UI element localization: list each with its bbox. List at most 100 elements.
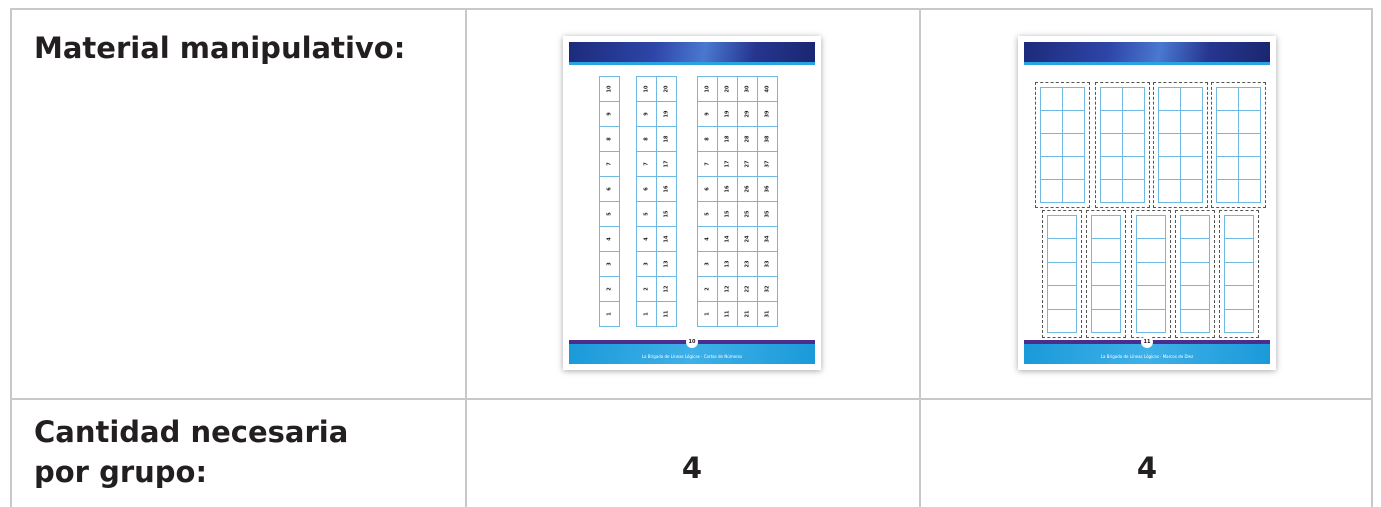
- number-card: 33: [758, 252, 778, 277]
- number-card: 37: [758, 152, 778, 177]
- ten-frame-cell: [1217, 134, 1239, 157]
- sheet-stripe: [1024, 62, 1270, 65]
- number-card-label: 24: [744, 235, 751, 243]
- number-card: 1: [600, 302, 620, 327]
- number-card-label: 22: [744, 285, 751, 293]
- number-card: 36: [758, 177, 778, 202]
- ten-frame-cell: [1181, 180, 1203, 203]
- number-card: 22: [738, 277, 758, 302]
- number-card-label: 5: [606, 212, 613, 216]
- ten-frame-cell: [1048, 216, 1077, 240]
- number-card: 15: [718, 202, 738, 227]
- ten-frame-cell: [1092, 216, 1121, 240]
- number-card-label: 3: [643, 262, 650, 266]
- ten-frame-cell: [1137, 286, 1166, 310]
- ten-frame-cell: [1137, 309, 1166, 333]
- ten-frame-cell: [1063, 180, 1085, 203]
- ten-frame-cell: [1123, 88, 1145, 111]
- ten-frame: [1219, 210, 1259, 338]
- number-card: 3: [600, 252, 620, 277]
- number-card-label: 5: [704, 212, 711, 216]
- table-border-right: [1371, 8, 1373, 507]
- number-card: 7: [600, 152, 620, 177]
- number-card-label: 14: [724, 235, 731, 243]
- number-card-label: 33: [764, 260, 771, 268]
- number-card-label: 2: [704, 287, 711, 291]
- ten-frame-cell: [1181, 239, 1210, 263]
- number-card: 8: [698, 127, 718, 152]
- number-card-label: 19: [724, 110, 731, 118]
- number-card: 13: [718, 252, 738, 277]
- ten-frame-cell: [1239, 134, 1261, 157]
- number-card: 4: [698, 227, 718, 252]
- ten-frame-grid: [1180, 215, 1210, 333]
- number-card: 5: [698, 202, 718, 227]
- number-card-label: 10: [606, 85, 613, 93]
- number-card: 19: [718, 102, 738, 127]
- number-card-label: 15: [663, 210, 670, 218]
- number-card: 5: [600, 202, 620, 227]
- ten-frame-cell: [1217, 111, 1239, 134]
- number-card: 5: [637, 202, 657, 227]
- ten-frame-grid: [1091, 215, 1121, 333]
- number-card-label: 3: [704, 262, 711, 266]
- number-card: 2: [698, 277, 718, 302]
- number-card: 4: [600, 227, 620, 252]
- sheet-footer-text: La Brigada de Líneas Lógicas · Cartas de…: [641, 354, 743, 359]
- number-card-label: 30: [744, 85, 751, 93]
- ten-frame-cell: [1217, 88, 1239, 111]
- ten-frame-cell: [1239, 157, 1261, 180]
- ten-frame-cell: [1225, 216, 1254, 240]
- number-card-label: 19: [663, 110, 670, 118]
- ten-frame: [1153, 82, 1208, 208]
- ten-frame-cell: [1048, 309, 1077, 333]
- ten-frame: [1095, 82, 1150, 208]
- number-card-label: 7: [606, 162, 613, 166]
- ten-frame-grid: [1100, 87, 1145, 203]
- number-card-label: 10: [704, 85, 711, 93]
- number-card-label: 1: [643, 312, 650, 316]
- ten-frame-cell: [1101, 111, 1123, 134]
- ten-frame-cell: [1181, 309, 1210, 333]
- table-divider-1: [465, 8, 467, 507]
- number-card: 34: [758, 227, 778, 252]
- number-card: 19: [657, 102, 677, 127]
- number-card-label: 36: [764, 185, 771, 193]
- number-card: 10: [637, 77, 657, 102]
- number-card: 14: [718, 227, 738, 252]
- ten-frame-cell: [1063, 111, 1085, 134]
- row-label-quantity: Cantidad necesaria por grupo:: [34, 412, 348, 492]
- ten-frame-cell: [1041, 134, 1063, 157]
- sheet-page-number: 11: [1141, 336, 1153, 348]
- number-card-label: 4: [643, 237, 650, 241]
- number-card-label: 18: [724, 135, 731, 143]
- ten-frame-cell: [1101, 157, 1123, 180]
- number-card: 28: [738, 127, 758, 152]
- row-label-material: Material manipulativo:: [34, 31, 406, 65]
- number-card-label: 31: [764, 310, 771, 318]
- ten-frame-cell: [1181, 262, 1210, 287]
- ten-frame-grid: [1040, 87, 1085, 203]
- number-card-label: 29: [744, 110, 751, 118]
- number-card-label: 3: [606, 262, 613, 266]
- number-card-label: 32: [764, 285, 771, 293]
- ten-frame-cell: [1048, 239, 1077, 263]
- ten-frame-grid: [1158, 87, 1203, 203]
- ten-frame-cell: [1123, 157, 1145, 180]
- number-card: 8: [600, 127, 620, 152]
- ten-frame-grid: [1216, 87, 1261, 203]
- ten-frame: [1175, 210, 1215, 338]
- number-cards-sheet-image: 10 9 8 7 6 5 4 3 2 1 10 20 9 19 8 18 7 17 6 16 5 15 4 14 3 13 2 12…: [563, 36, 821, 370]
- number-card-label: 5: [643, 212, 650, 216]
- number-card-label: 4: [704, 237, 711, 241]
- number-card: 29: [738, 102, 758, 127]
- ten-frame-cell: [1181, 216, 1210, 240]
- table-border-top: [10, 8, 1373, 10]
- number-card-label: 18: [663, 135, 670, 143]
- number-card: 8: [637, 127, 657, 152]
- number-card-label: 11: [724, 310, 731, 318]
- number-card-label: 13: [663, 260, 670, 268]
- number-card-label: 6: [704, 187, 711, 191]
- row-label-quantity-line2: por grupo:: [34, 455, 208, 489]
- number-card: 23: [738, 252, 758, 277]
